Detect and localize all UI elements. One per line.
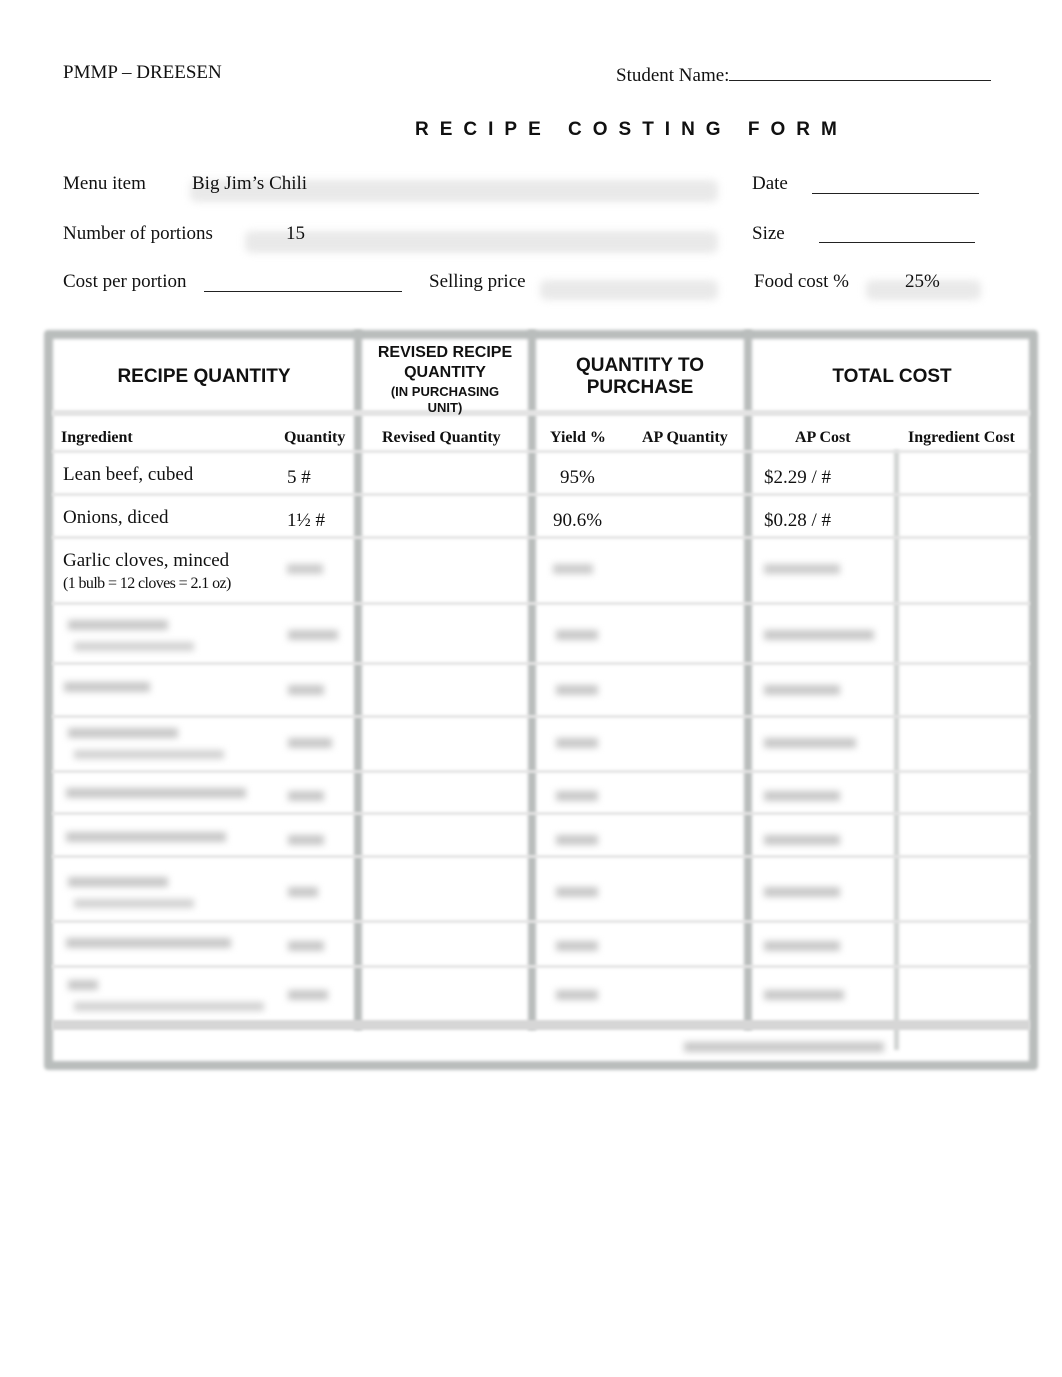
student-name-field[interactable]: Student Name: <box>616 62 992 87</box>
purchase-header-line: PURCHASE <box>586 377 694 398</box>
group-header-total-cost: TOTAL COST <box>832 366 952 387</box>
selling-price-field[interactable] <box>540 280 718 300</box>
column-header-ap-quantity: AP Quantity <box>642 429 728 446</box>
quantity-cell: 1½ # <box>287 510 325 531</box>
column-header-ap-cost: AP Cost <box>795 429 851 446</box>
group-header-quantity-to-purchase: QUANTITY TO PURCHASE <box>536 355 744 399</box>
group-header-revised: REVISED RECIPE QUANTITY (IN PURCHASING U… <box>362 343 528 415</box>
menu-item-label: Menu item <box>63 173 146 194</box>
form-title: RECIPE COSTING FORM <box>415 119 848 140</box>
ingredient-cell: Lean beef, cubed <box>63 464 194 485</box>
food-cost-label: Food cost % <box>754 271 849 292</box>
row-line <box>52 662 1030 665</box>
selling-price-label: Selling price <box>429 271 526 292</box>
divider <box>528 330 536 1030</box>
yield-cell: 95% <box>560 467 595 488</box>
course-header: PMMP – DREESEN <box>63 62 222 83</box>
food-cost-value[interactable]: 25% <box>905 271 940 293</box>
quantity-cell: 5 # <box>287 467 311 488</box>
recipe-costing-table: RECIPE QUANTITY REVISED RECIPE QUANTITY … <box>44 330 1038 1075</box>
blurred-content <box>764 564 840 574</box>
row-line <box>52 602 1030 605</box>
group-header-recipe-quantity: RECIPE QUANTITY <box>117 366 291 387</box>
size-field[interactable] <box>819 224 975 248</box>
table-frame <box>44 330 1038 1070</box>
column-header-ingredient: Ingredient <box>61 429 133 446</box>
cost-per-portion-label: Cost per portion <box>63 271 187 292</box>
ingredient-cell: Onions, diced <box>63 507 169 528</box>
total-row-divider <box>52 1020 1030 1030</box>
cost-per-portion-field[interactable] <box>204 273 402 297</box>
divider <box>894 450 899 1050</box>
row-line <box>52 493 1030 496</box>
ap-cost-cell: $0.28 / # <box>764 510 832 531</box>
purchase-header-line: QUANTITY TO <box>575 355 705 376</box>
ingredient-note: (1 bulb = 12 cloves = 2.1 oz) <box>63 575 231 592</box>
student-name-label: Student Name: <box>616 65 730 86</box>
revised-header-sub: (IN PURCHASING <box>390 384 500 399</box>
row-line <box>52 855 1030 858</box>
revised-header-line: QUANTITY <box>404 364 486 381</box>
row-line <box>52 965 1030 968</box>
row-line <box>52 536 1030 539</box>
student-name-line[interactable] <box>729 62 992 81</box>
blurred-content <box>553 564 593 574</box>
portions-value[interactable]: 15 <box>286 223 305 245</box>
ap-cost-cell: $2.29 / # <box>764 467 832 488</box>
ingredient-cell: Garlic cloves, minced <box>63 550 230 571</box>
portions-label: Number of portions <box>63 223 213 244</box>
header-divider <box>52 410 1030 416</box>
row-line <box>52 450 1030 453</box>
divider <box>354 330 362 1030</box>
row-line <box>52 812 1030 815</box>
revised-header-line: REVISED RECIPE <box>377 344 513 361</box>
column-header-revised-quantity: Revised Quantity <box>382 429 501 446</box>
date-field[interactable] <box>812 175 979 199</box>
portions-field-bg <box>245 231 718 253</box>
column-header-ingredient-cost: Ingredient Cost <box>908 429 1015 446</box>
menu-item-value[interactable]: Big Jim’s Chili <box>192 173 307 195</box>
column-header-quantity: Quantity <box>284 429 346 446</box>
date-label: Date <box>752 173 788 194</box>
row-line <box>52 920 1030 923</box>
blurred-content <box>287 564 323 574</box>
yield-cell: 90.6% <box>553 510 603 531</box>
revised-header-sub: UNIT) <box>427 400 463 415</box>
size-label: Size <box>752 223 785 244</box>
column-header-yield: Yield % <box>550 429 606 446</box>
row-line <box>52 770 1030 773</box>
row-line <box>52 715 1030 718</box>
divider <box>744 330 752 1030</box>
